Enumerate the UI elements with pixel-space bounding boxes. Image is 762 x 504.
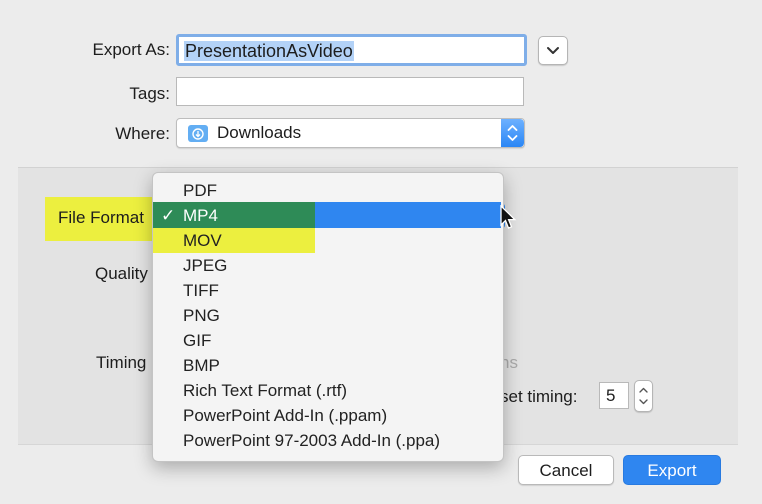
menu-item-gif[interactable]: GIF [153, 328, 503, 353]
expand-dialog-button[interactable] [538, 36, 568, 65]
menu-item-ppa[interactable]: PowerPoint 97-2003 Add-In (.ppa) [153, 428, 503, 453]
export-as-label: Export As: [92, 40, 170, 59]
quality-label: Quality [95, 264, 148, 283]
up-down-chevron-icon [507, 125, 518, 141]
menu-item-ppam[interactable]: PowerPoint Add-In (.ppam) [153, 403, 503, 428]
tags-input[interactable] [176, 77, 524, 106]
mouse-pointer-icon [500, 205, 517, 229]
where-popup[interactable]: Downloads [176, 118, 525, 148]
preset-timing-input[interactable]: 5 [599, 382, 629, 409]
menu-item-rtf[interactable]: Rich Text Format (.rtf) [153, 378, 503, 403]
menu-item-pdf[interactable]: PDF [153, 178, 503, 203]
menu-item-mov[interactable]: MOV [153, 228, 503, 253]
tags-label: Tags: [129, 84, 170, 103]
export-as-input[interactable]: PresentationAsVideo [176, 34, 527, 66]
menu-item-png[interactable]: PNG [153, 303, 503, 328]
where-label: Where: [115, 124, 170, 143]
menu-item-mp4[interactable]: ✓ MP4 [153, 203, 503, 228]
checkmark-icon: ✓ [161, 206, 176, 225]
menu-item-jpeg[interactable]: JPEG [153, 253, 503, 278]
export-button[interactable]: Export [623, 455, 721, 485]
preset-timing-stepper[interactable] [634, 380, 653, 412]
chevron-down-icon [547, 47, 559, 54]
export-as-value: PresentationAsVideo [184, 41, 354, 61]
file-format-label: File Format [58, 208, 144, 227]
where-value: Downloads [217, 123, 302, 142]
menu-item-bmp[interactable]: BMP [153, 353, 503, 378]
timing-label: Timing [96, 353, 147, 372]
cancel-button[interactable]: Cancel [518, 455, 614, 485]
up-down-chevron-icon [639, 387, 648, 405]
preset-timing-label: set timing: [500, 387, 578, 406]
file-format-menu: PDF ✓ MP4 MOV JPEG TIFF PNG GIF BMP Rich… [152, 172, 504, 462]
menu-item-tiff[interactable]: TIFF [153, 278, 503, 303]
downloads-folder-icon [188, 125, 208, 142]
where-stepper[interactable] [501, 119, 524, 147]
